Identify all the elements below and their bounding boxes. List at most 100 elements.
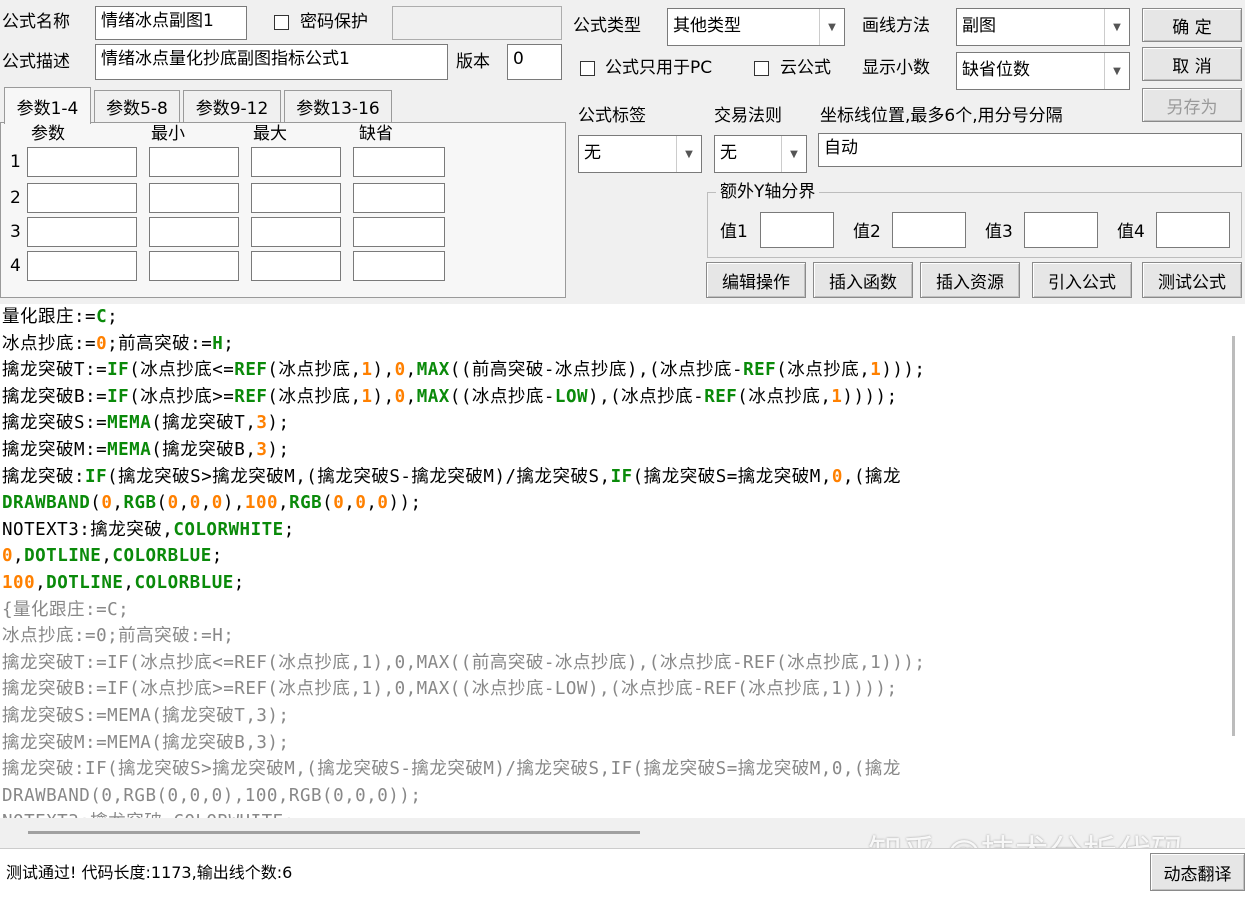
code-token: ((冰点抄底- [449,386,555,407]
y-value-4-label: 值4 [1117,222,1145,242]
code-line: 擒龙突破M:=MEMA(擒龙突破B,3); [2,437,925,464]
formula-desc-input[interactable]: 情绪冰点量化抄底副图指标公式1 [95,44,448,80]
formula-name-label: 公式名称 [2,12,70,32]
code-token: , [35,572,47,593]
code-token: , [405,360,417,381]
y-value-3-label: 值3 [985,222,1013,242]
y-value-4-input[interactable] [1156,212,1230,248]
code-token: (擒龙突破S>擒龙突破M,(擒龙突破S-擒龙突破M)/擒龙突破S, [107,466,611,487]
version-input[interactable]: 0 [507,44,562,80]
code-token: 0 [831,466,843,487]
version-label: 版本 [456,52,490,72]
save-as-button[interactable]: 另存为 [1142,88,1242,122]
param-4-name[interactable] [27,251,137,281]
code-token: COLORBLUE [134,572,234,593]
pc-only-checkbox[interactable] [580,61,595,76]
code-token: IF [107,386,130,407]
formula-name-input[interactable]: 情绪冰点副图1 [95,6,247,40]
horizontal-scroll-thumb[interactable] [28,831,640,834]
code-token: ; [211,546,223,567]
code-line: 擒龙突破M:=MEMA(擒龙突破B,3); [2,730,925,757]
param-3-name[interactable] [27,217,137,247]
code-token: 0 [96,333,108,354]
password-checkbox[interactable] [274,15,289,30]
param-1-max[interactable] [251,147,341,177]
param-header-default: 缺省 [359,124,393,144]
y-value-2-input[interactable] [892,212,966,248]
tab-params-1-4[interactable]: 参数1-4 [4,87,91,124]
param-3-min[interactable] [149,217,239,247]
code-token: 3 [256,439,268,460]
code-line: 擒龙突破S:=MEMA(擒龙突破T,3); [2,410,925,437]
code-token: (擒龙突破B, [151,439,257,460]
code-token: 0 [333,493,345,514]
dynamic-translate-button[interactable]: 动态翻译 [1150,853,1245,891]
param-row-number: 3 [10,222,21,242]
param-1-name[interactable] [27,147,137,177]
param-1-default[interactable] [353,147,445,177]
cancel-button[interactable]: 取 消 [1142,47,1242,81]
code-token: ); [267,439,290,460]
param-1-min[interactable] [149,147,239,177]
formula-type-select[interactable]: 其他类型 ▼ [667,8,845,46]
param-header-name: 参数 [31,124,65,144]
param-2-max[interactable] [251,183,341,213]
y-value-1-input[interactable] [760,212,834,248]
code-token: 1 [831,386,843,407]
code-token: IF [107,360,130,381]
param-2-name[interactable] [27,183,137,213]
code-token: 0 [189,493,201,514]
code-line: DRAWBAND(0,RGB(0,0,0),100,RGB(0,0,0)); [2,490,925,517]
cloud-checkbox[interactable] [754,61,769,76]
code-token: DRAWBAND(0,RGB(0,0,0),100,RGB(0,0,0)); [2,785,422,806]
code-token: 1 [870,360,882,381]
vertical-scroll-thumb[interactable] [1232,336,1235,736]
code-token: ((前高突破-冰点抄底),(冰点抄底- [449,360,744,381]
code-token: ; [223,333,235,354]
code-token: ; [233,572,245,593]
formula-type-value: 其他类型 [673,16,741,36]
code-token: DOTLINE [46,572,124,593]
code-token: 0 [167,493,179,514]
ok-button[interactable]: 确 定 [1142,8,1242,42]
param-4-max[interactable] [251,251,341,281]
param-2-default[interactable] [353,183,445,213]
y-value-2-label: 值2 [853,222,881,242]
import-formula-button[interactable]: 引入公式 [1032,262,1132,298]
param-header-max: 最大 [253,124,287,144]
axis-lines-input[interactable]: 自动 [818,133,1242,167]
code-token: REF [234,386,268,407]
code-token: (冰点抄底>= [129,386,235,407]
vertical-scrollbar[interactable] [1223,304,1245,818]
param-2-min[interactable] [149,183,239,213]
param-4-default[interactable] [353,251,445,281]
param-4-min[interactable] [149,251,239,281]
code-token: 3 [256,413,268,434]
edit-operation-button[interactable]: 编辑操作 [706,262,806,298]
code-line: 擒龙突破:IF(擒龙突破S>擒龙突破M,(擒龙突破S-擒龙突破M)/擒龙突破S,… [2,756,925,783]
trade-rule-select[interactable]: 无 ▼ [714,135,807,173]
code-token: IF [85,466,108,487]
code-token: , [366,493,378,514]
tab-params-9-12[interactable]: 参数9-12 [183,90,281,122]
formula-tag-select[interactable]: 无 ▼ [578,135,702,173]
decimals-label: 显示小数 [862,58,930,78]
param-header-min: 最小 [151,124,185,144]
code-token: 量化跟庄:= [2,307,97,327]
param-3-default[interactable] [353,217,445,247]
test-formula-button[interactable]: 测试公式 [1142,262,1242,298]
insert-function-button[interactable]: 插入函数 [813,262,913,298]
decimals-select[interactable]: 缺省位数 ▼ [956,52,1130,90]
code-token: ), [372,360,395,381]
y-value-3-input[interactable] [1024,212,1098,248]
password-input[interactable] [392,6,562,40]
code-token: C [96,307,108,327]
param-3-max[interactable] [251,217,341,247]
tab-params-13-16[interactable]: 参数13-16 [284,90,392,122]
y-value-1-label: 值1 [720,222,748,242]
code-editor[interactable]: 量化跟庄:=C; 冰点抄底:=0;前高突破:=H; 擒龙突破T:=IF(冰点抄底<=… [0,304,1223,818]
code-token: 0 [2,546,14,567]
draw-method-select[interactable]: 副图 ▼ [956,8,1130,46]
tab-params-5-8[interactable]: 参数5-8 [94,90,180,122]
insert-resource-button[interactable]: 插入资源 [920,262,1020,298]
